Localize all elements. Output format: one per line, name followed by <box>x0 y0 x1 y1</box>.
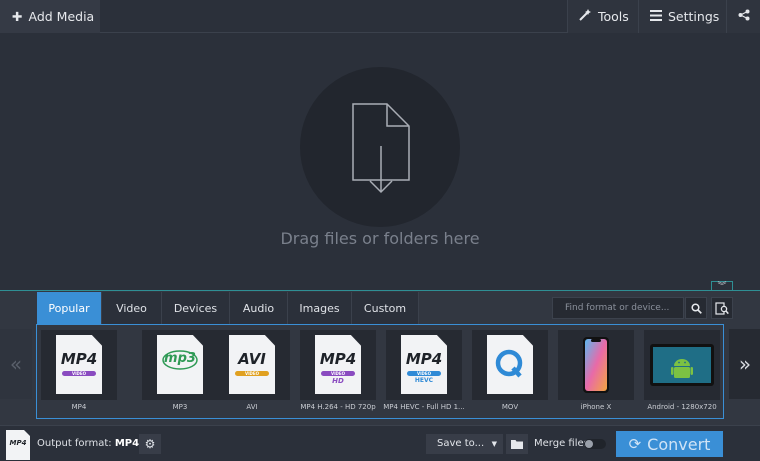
tab-audio[interactable]: Audio <box>230 292 288 325</box>
tab-custom[interactable]: Custom <box>352 292 419 325</box>
format-item-caption: MP4 HEVC - Full HD 1... <box>383 403 465 411</box>
format-item-caption: Android - 1280x720 <box>647 403 717 411</box>
format-icon-band: VIDEO <box>407 371 441 376</box>
format-icon-text: MP4 <box>319 350 357 368</box>
share-icon <box>738 9 750 24</box>
format-finder-button[interactable] <box>711 297 733 319</box>
format-icon-text: AVI <box>238 350 266 368</box>
format-panel: Popular Video Devices Audio Images Custo… <box>0 290 760 425</box>
output-format-value: MP4 <box>114 438 140 449</box>
format-item-caption: MOV <box>501 403 519 411</box>
format-item-avi[interactable]: AVI VIDEO AVI <box>214 330 290 414</box>
scroll-left-button[interactable]: « <box>0 329 32 399</box>
tab-images[interactable]: Images <box>288 292 352 325</box>
document-search-icon <box>715 301 729 315</box>
convert-button[interactable]: ⟳ Convert <box>616 431 723 457</box>
magic-wand-icon <box>578 8 592 25</box>
format-tile <box>558 330 634 400</box>
format-item-iphone-x[interactable]: iPhone X <box>558 330 634 414</box>
app-window: ✚ Add Media Tools Settings Drag files or… <box>0 0 760 461</box>
format-item-caption: MP4 <box>71 403 87 411</box>
format-item-caption: iPhone X <box>580 403 612 411</box>
merge-files-label: Merge files <box>534 438 589 449</box>
save-to-label: Save to... <box>437 438 485 449</box>
format-tile: MP4 VIDEO HD <box>300 330 376 400</box>
drop-target-circle[interactable] <box>300 67 460 227</box>
output-format-file-icon: MP4 <box>6 430 30 460</box>
merge-files-toggle[interactable] <box>584 439 606 449</box>
quicktime-icon <box>487 335 533 394</box>
iphone-icon <box>583 337 609 393</box>
format-icon-subtext: HEVC <box>414 377 434 384</box>
format-item-mp4-hd[interactable]: MP4 VIDEO HD MP4 H.264 - HD 720p <box>300 330 376 414</box>
mp4-file-icon: MP4 VIDEO <box>56 335 102 394</box>
add-media-label: Add Media <box>28 9 95 24</box>
format-icon-subtext: HD <box>332 377 344 385</box>
format-item-mp4[interactable]: MP4 VIDEO MP4 <box>41 330 117 414</box>
tab-devices[interactable]: Devices <box>162 292 230 325</box>
format-icon-band: VIDEO <box>62 371 96 376</box>
top-toolbar: ✚ Add Media Tools Settings <box>0 0 760 33</box>
hamburger-icon <box>650 9 662 24</box>
refresh-icon: ⟳ <box>628 435 642 453</box>
format-tile: MP4 VIDEO HEVC <box>386 330 462 400</box>
format-item-mov[interactable]: MOV <box>472 330 548 414</box>
file-download-icon <box>352 103 410 194</box>
gear-icon: ⚙ <box>144 437 156 451</box>
format-item-mp4-hevc[interactable]: MP4 VIDEO HEVC MP4 HEVC - Full HD 1... <box>383 330 465 414</box>
search-button[interactable] <box>685 297 707 319</box>
convert-label: Convert <box>647 434 711 454</box>
tab-video[interactable]: Video <box>102 292 162 325</box>
output-format-caption: Output format: <box>37 438 112 449</box>
android-tablet-icon <box>650 344 714 386</box>
format-tabs: Popular Video Devices Audio Images Custo… <box>37 292 419 325</box>
save-to-button[interactable]: Save to... ▼ <box>426 434 503 454</box>
format-tile: AVI VIDEO <box>214 330 290 400</box>
search-icon <box>690 302 702 314</box>
open-folder-button[interactable] <box>506 434 528 454</box>
folder-icon <box>511 440 523 449</box>
format-icon-text: MP4 <box>60 350 98 368</box>
format-item-mp3[interactable]: mp3 MP3 <box>142 330 218 414</box>
output-settings-button[interactable]: ⚙ <box>139 434 161 454</box>
format-tile <box>644 330 720 400</box>
format-item-caption: AVI <box>246 403 258 411</box>
drop-hint-text: Drag files or folders here <box>280 229 480 248</box>
avi-file-icon: AVI VIDEO <box>229 335 275 394</box>
mp3-file-icon: mp3 <box>157 335 203 394</box>
format-items-list: MP4 VIDEO MP4 mp3 MP3 AVI VIDEO AVI MP4 … <box>36 324 724 419</box>
format-tile: MP4 VIDEO <box>41 330 117 400</box>
settings-label: Settings <box>668 9 720 24</box>
mp4-hd-file-icon: MP4 VIDEO HD <box>315 335 361 394</box>
format-icon-band: VIDEO <box>321 371 355 376</box>
format-tile: mp3 <box>142 330 218 400</box>
bottom-bar: MP4 Output format: MP4 ⚙ Save to... ▼ Me… <box>0 425 760 461</box>
output-format-label: Output format: MP4 <box>37 438 139 449</box>
format-item-caption: MP4 H.264 - HD 720p <box>300 403 376 411</box>
double-chevron-right-icon: » <box>738 352 752 376</box>
format-icon-band: VIDEO <box>235 371 269 376</box>
mp4-hevc-file-icon: MP4 VIDEO HEVC <box>401 335 447 394</box>
output-icon-text: MP4 <box>9 439 27 447</box>
format-search-input[interactable]: Find format or device... <box>552 297 684 319</box>
drop-zone[interactable]: Drag files or folders here <box>0 33 760 290</box>
double-chevron-left-icon: « <box>9 352 23 376</box>
plus-icon: ✚ <box>12 9 23 24</box>
format-icon-text: MP4 <box>405 350 443 368</box>
toggle-knob <box>585 440 593 448</box>
format-item-android[interactable]: Android - 1280x720 <box>644 330 720 414</box>
add-media-button[interactable]: ✚ Add Media <box>0 0 100 33</box>
tools-button[interactable]: Tools <box>567 0 638 33</box>
format-tile <box>472 330 548 400</box>
settings-button[interactable]: Settings <box>638 0 726 33</box>
tab-popular[interactable]: Popular <box>37 292 102 325</box>
caret-down-icon: ▼ <box>491 440 497 448</box>
share-button[interactable] <box>726 0 760 33</box>
format-icon-text: mp3 <box>164 351 196 366</box>
tools-label: Tools <box>598 9 629 24</box>
scroll-right-button[interactable]: » <box>729 329 760 399</box>
